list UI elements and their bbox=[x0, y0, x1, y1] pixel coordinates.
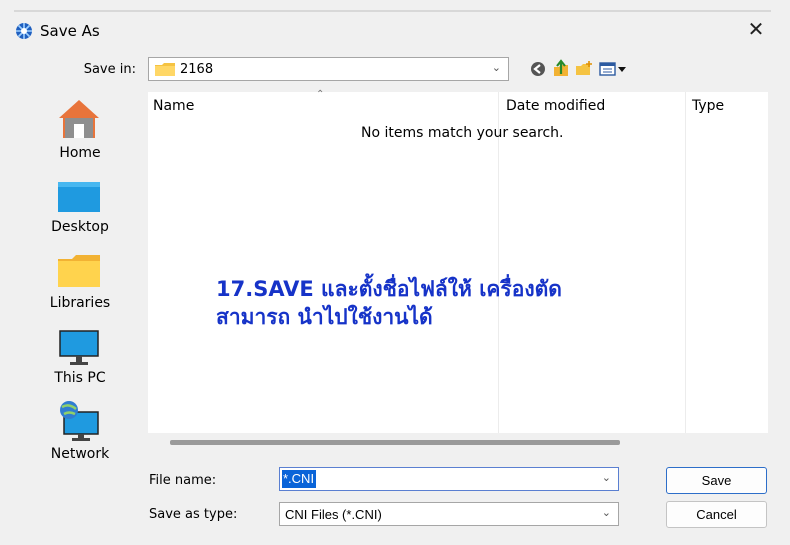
save-in-combobox[interactable]: 2168 ⌄ bbox=[148, 57, 509, 81]
desktop-icon bbox=[58, 182, 100, 212]
place-desktop[interactable]: Desktop bbox=[40, 180, 120, 240]
column-divider bbox=[685, 92, 686, 433]
save-as-app-icon bbox=[16, 23, 32, 39]
network-icon bbox=[60, 401, 99, 441]
up-folder-icon[interactable] bbox=[551, 59, 571, 79]
window-top-edge bbox=[14, 10, 771, 12]
folder-icon bbox=[155, 63, 175, 76]
column-header-type[interactable]: Type bbox=[692, 98, 724, 114]
window-title: Save As bbox=[40, 22, 100, 40]
annotation-text: 17.SAVE และตั้งชื่อไฟล์ให้ เครื่องตัด สา… bbox=[216, 275, 562, 331]
annotation-line-2: สามารถ นำไปใช้งานได้ bbox=[216, 305, 433, 329]
column-header-date-modified[interactable]: Date modified bbox=[506, 98, 605, 114]
place-network[interactable]: Network bbox=[40, 400, 120, 466]
column-header-name[interactable]: Name bbox=[153, 98, 194, 114]
place-home[interactable]: Home bbox=[40, 98, 120, 166]
horizontal-scrollbar[interactable] bbox=[170, 440, 620, 445]
save-as-type-label: Save as type: bbox=[149, 507, 238, 522]
save-in-value: 2168 bbox=[180, 62, 214, 77]
place-libraries[interactable]: Libraries bbox=[40, 255, 120, 315]
chevron-down-icon: ⌄ bbox=[601, 506, 611, 519]
file-name-field[interactable]: *.CNI ⌄ bbox=[279, 467, 619, 491]
new-folder-icon[interactable] bbox=[574, 59, 594, 79]
home-icon bbox=[59, 100, 99, 138]
this-pc-icon bbox=[59, 330, 99, 365]
close-icon[interactable]: ✕ bbox=[745, 18, 767, 40]
save-in-label: Save in: bbox=[83, 62, 136, 77]
place-this-pc[interactable]: This PC bbox=[40, 330, 120, 390]
place-home-label: Home bbox=[59, 145, 101, 161]
file-name-label: File name: bbox=[149, 473, 217, 488]
sort-ascending-icon: ⌃ bbox=[316, 89, 325, 100]
empty-list-message: No items match your search. bbox=[361, 125, 564, 141]
save-as-type-select[interactable]: CNI Files (*.CNI) ⌄ bbox=[279, 502, 619, 526]
annotation-line-1: 17.SAVE และตั้งชื่อไฟล์ให้ เครื่องตัด bbox=[216, 277, 562, 301]
place-network-label: Network bbox=[50, 446, 110, 462]
view-menu-icon[interactable] bbox=[598, 59, 628, 79]
chevron-down-icon[interactable]: ⌄ bbox=[602, 471, 611, 484]
column-divider bbox=[498, 92, 499, 433]
back-icon[interactable] bbox=[528, 59, 548, 79]
save-button[interactable]: Save bbox=[666, 467, 767, 494]
cancel-button[interactable]: Cancel bbox=[666, 501, 767, 528]
libraries-icon bbox=[58, 255, 100, 287]
save-as-type-value: CNI Files (*.CNI) bbox=[285, 507, 382, 522]
file-name-value: *.CNI bbox=[282, 470, 317, 488]
file-list[interactable] bbox=[148, 92, 768, 433]
chevron-down-icon: ⌄ bbox=[491, 61, 501, 74]
place-desktop-label: Desktop bbox=[51, 219, 109, 235]
place-libraries-label: Libraries bbox=[49, 295, 111, 311]
place-this-pc-label: This PC bbox=[54, 370, 106, 386]
